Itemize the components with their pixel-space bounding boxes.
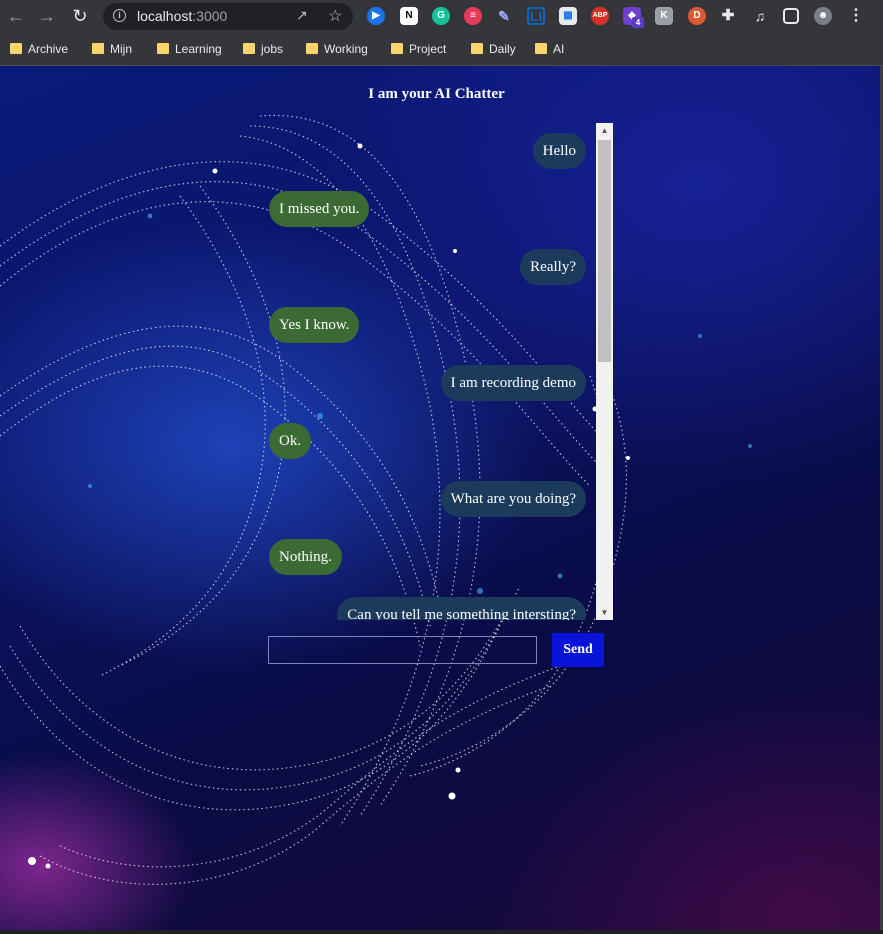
extension-k-icon[interactable]: K <box>655 7 673 25</box>
folder-icon <box>471 43 483 54</box>
folder-icon <box>391 43 403 54</box>
extensions-puzzle-icon[interactable]: ✚ <box>719 7 737 25</box>
bookmark-star-icon[interactable]: ☆ <box>328 6 342 26</box>
share-icon[interactable]: ↗ <box>296 7 308 24</box>
user-message: Really? <box>520 249 586 285</box>
scroll-thumb[interactable] <box>598 140 611 362</box>
bot-message: Yes I know. <box>269 307 360 343</box>
bookmark-learning[interactable]: Learning <box>153 40 222 58</box>
extension-pen-icon[interactable]: ✎ <box>495 7 513 25</box>
folder-icon <box>306 43 318 54</box>
scroll-up-arrow-icon[interactable]: ▲ <box>596 123 613 138</box>
menu-kebab-icon[interactable]: ⋮ <box>847 7 865 25</box>
folder-icon <box>92 43 104 54</box>
url-text[interactable]: localhost:3000 <box>137 8 227 24</box>
folder-icon <box>535 43 547 54</box>
bookmark-working[interactable]: Working <box>302 40 368 58</box>
user-message: I am recording demo <box>440 365 586 401</box>
user-message: Hello <box>532 133 586 169</box>
extension-todoist-icon[interactable]: ≡ <box>464 7 482 25</box>
scroll-down-arrow-icon[interactable]: ▼ <box>596 605 613 620</box>
bookmark-project[interactable]: Project <box>387 40 446 58</box>
chat-scrollbar[interactable]: ▲ ▼ <box>596 123 613 620</box>
user-message: Can you tell me something intersting? <box>337 597 586 620</box>
folder-icon <box>243 43 255 54</box>
back-arrow-icon[interactable]: ← <box>5 5 27 27</box>
extension-grammarly-icon[interactable]: G <box>432 7 450 25</box>
address-bar[interactable]: i localhost:3000 ↗ ☆ <box>103 3 353 30</box>
site-info-icon[interactable]: i <box>113 9 126 22</box>
bot-message: Ok. <box>269 423 312 459</box>
extension-grid-icon[interactable]: ▦ <box>559 7 577 25</box>
folder-icon <box>157 43 169 54</box>
extension-notion-icon[interactable]: N <box>400 7 418 25</box>
bookmark-daily[interactable]: Daily <box>467 40 516 58</box>
extension-linkedin-icon[interactable]: LI <box>527 7 545 25</box>
forward-arrow-icon[interactable]: → <box>36 5 58 27</box>
bookmark-mijn[interactable]: Mijn <box>88 40 132 58</box>
extension-badge: 4 <box>632 17 644 28</box>
bookmark-jobs[interactable]: jobs <box>239 40 283 58</box>
media-playlist-icon[interactable]: ♫ <box>751 7 769 25</box>
extension-adblock-icon[interactable]: ABP <box>591 7 609 25</box>
extension-screencast-icon[interactable]: ▶ <box>367 7 385 25</box>
profile-avatar-icon[interactable]: ☻ <box>814 7 832 25</box>
bookmark-archive[interactable]: Archive <box>6 40 68 58</box>
bookmarks-bar: Archive Mijn Learning jobs Working Proje… <box>0 33 883 66</box>
page-viewport: I am your AI Chatter Hello I missed you.… <box>0 66 880 930</box>
bookmark-ai[interactable]: AI <box>531 40 564 58</box>
chat-messages[interactable]: Hello I missed you. Really? Yes I know. … <box>262 123 597 620</box>
extension-duckduckgo-icon[interactable]: D <box>688 7 706 25</box>
message-input[interactable] <box>268 636 537 664</box>
folder-icon <box>10 43 22 54</box>
bot-message: Nothing. <box>269 539 342 575</box>
page-title: I am your AI Chatter <box>368 86 505 102</box>
reload-icon[interactable]: ↻ <box>69 5 91 27</box>
user-message: What are you doing? <box>440 481 586 517</box>
bot-message: I missed you. <box>269 191 370 227</box>
send-button[interactable]: Send <box>552 633 604 667</box>
side-panel-icon[interactable] <box>783 8 799 24</box>
browser-toolbar: ← → ↻ i localhost:3000 ↗ ☆ ▶ N G ≡ ✎ LI … <box>0 0 883 33</box>
